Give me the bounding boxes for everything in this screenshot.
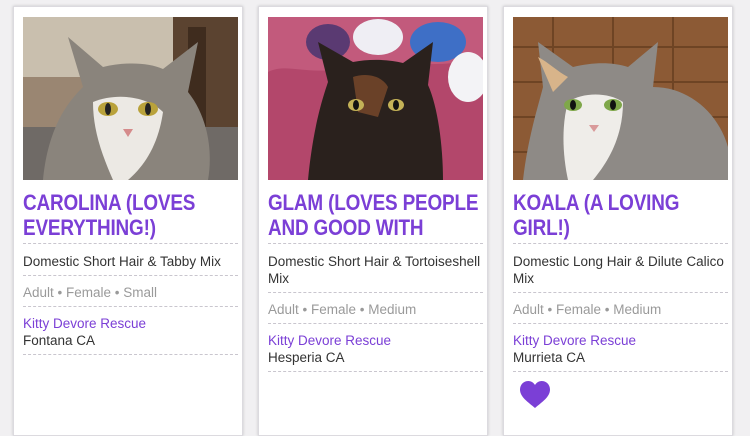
rescue-organization-link[interactable]: Kitty Devore Rescue (513, 332, 728, 349)
pet-name[interactable]: Koala (A Loving Girl!) (513, 190, 728, 240)
favorite-heart-icon[interactable] (520, 381, 550, 409)
divider (23, 275, 238, 276)
pet-location: Hesperia CA (268, 350, 345, 365)
divider (268, 371, 483, 372)
pet-details: Adult • Female • Small (23, 285, 157, 300)
divider (23, 354, 238, 355)
pet-location: Fontana CA (23, 333, 96, 348)
rescue-organization-link[interactable]: Kitty Devore Rescue (268, 332, 483, 349)
divider (513, 292, 728, 293)
divider (268, 292, 483, 293)
divider (23, 306, 238, 307)
divider (268, 243, 483, 244)
pet-card-carolina[interactable]: Carolina (Loves Everything!) Domestic Sh… (13, 6, 243, 436)
pet-breed: Domestic Short Hair & Tortoiseshell Mix (268, 254, 481, 286)
pet-breed: Domestic Short Hair & Tabby Mix (23, 254, 221, 269)
divider (513, 243, 728, 244)
divider (513, 371, 728, 372)
pet-photo[interactable] (513, 17, 728, 180)
divider (513, 323, 728, 324)
pet-name[interactable]: Carolina (Loves Everything!) (23, 190, 238, 240)
rescue-organization-link[interactable]: Kitty Devore Rescue (23, 315, 238, 332)
pet-photo[interactable] (23, 17, 238, 180)
pet-card-glam[interactable]: Glam (Loves People and Good With Domesti… (258, 6, 488, 436)
divider (23, 243, 238, 244)
pet-card-koala[interactable]: Koala (A Loving Girl!) Domestic Long Hai… (503, 6, 733, 436)
pet-location: Murrieta CA (513, 350, 586, 365)
pet-name[interactable]: Glam (Loves People and Good With (268, 190, 483, 240)
divider (268, 323, 483, 324)
pet-photo[interactable] (268, 17, 483, 180)
pet-breed: Domestic Long Hair & Dilute Calico Mix (513, 254, 724, 286)
pet-details: Adult • Female • Medium (268, 302, 417, 317)
pet-details: Adult • Female • Medium (513, 302, 662, 317)
